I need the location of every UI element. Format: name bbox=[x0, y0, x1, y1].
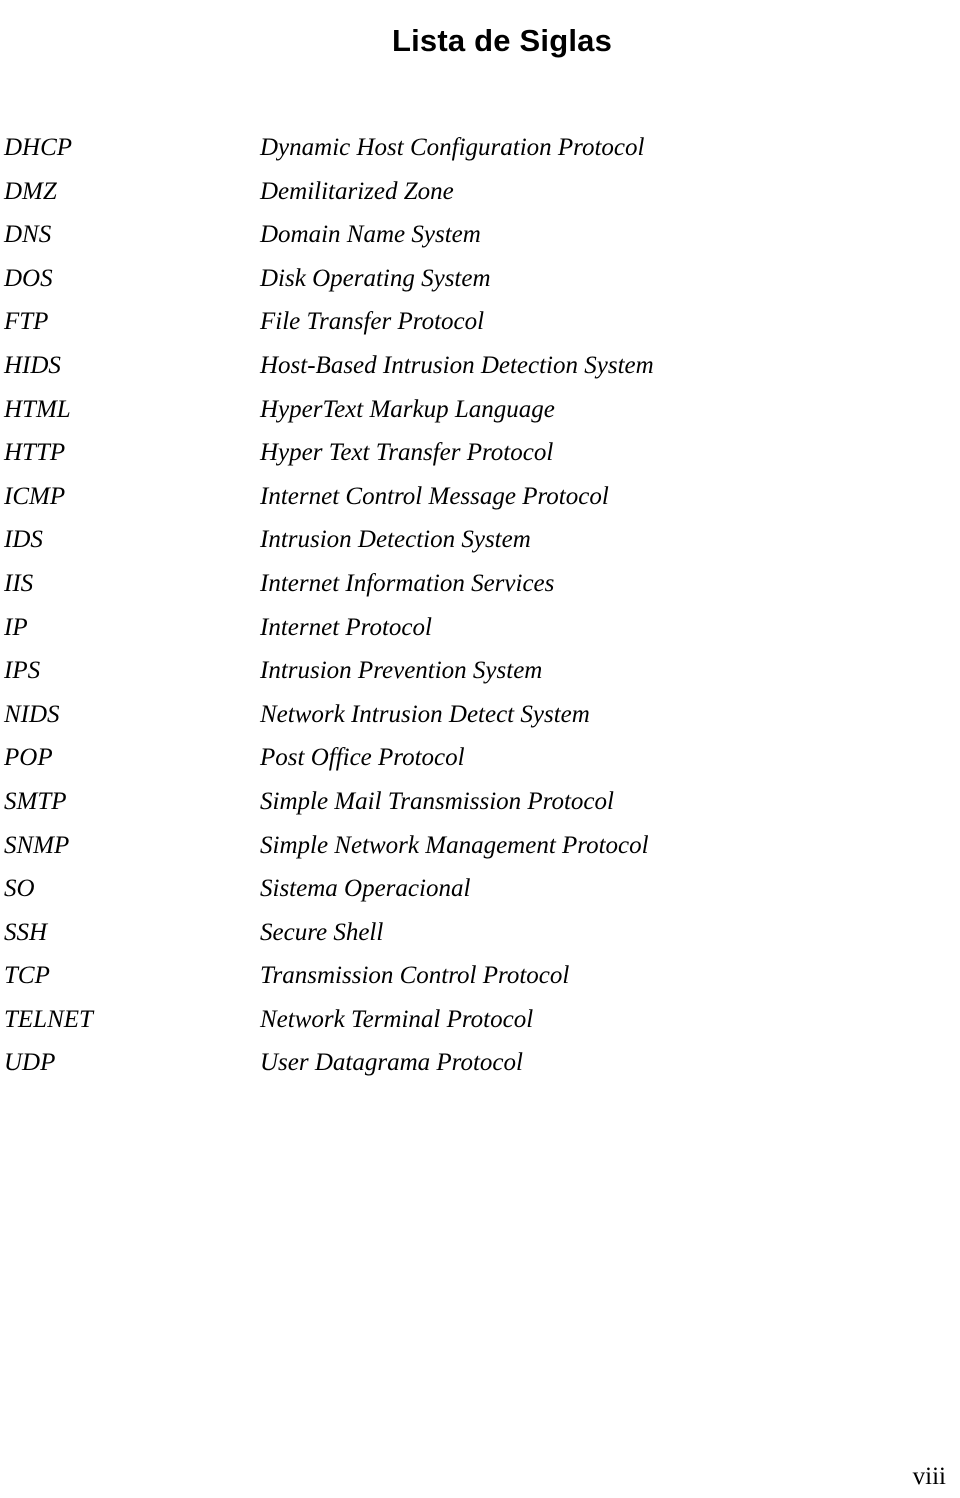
acronym-list: DHCP Dynamic Host Configuration Protocol D… bbox=[0, 126, 960, 1085]
acronym-definition: Simple Network Management Protocol bbox=[260, 831, 649, 859]
acronym-term: SMTP bbox=[4, 787, 67, 815]
acronym-definition: Host-Based Intrusion Detection System bbox=[260, 351, 654, 379]
acronym-definition: Post Office Protocol bbox=[260, 744, 465, 772]
acronym-row: SMTP Simple Mail Transmission Protocol bbox=[0, 780, 960, 824]
acronym-term: DNS bbox=[4, 221, 52, 249]
acronym-term: IIS bbox=[4, 569, 34, 597]
acronym-definition: Simple Mail Transmission Protocol bbox=[260, 787, 614, 815]
document-page: Lista de Siglas DHCP Dynamic Host Configu… bbox=[0, 0, 960, 1498]
acronym-row: HIDS Host-Based Intrusion Detection Syste… bbox=[0, 344, 960, 388]
acronym-row: TCP Transmission Control Protocol bbox=[0, 954, 960, 998]
acronym-term: TELNET bbox=[4, 1005, 93, 1033]
acronym-row: IPS Intrusion Prevention System bbox=[0, 649, 960, 693]
acronym-term: DHCP bbox=[4, 134, 73, 161]
acronym-row: SO Sistema Operacional bbox=[0, 867, 960, 911]
acronym-definition: Internet Control Message Protocol bbox=[260, 482, 609, 510]
acronym-term: NIDS bbox=[4, 700, 60, 728]
acronym-term: ICMP bbox=[4, 482, 66, 510]
acronym-term: IDS bbox=[4, 526, 43, 554]
acronym-definition: Network Terminal Protocol bbox=[260, 1005, 534, 1033]
acronym-row: IDS Intrusion Detection System bbox=[0, 518, 960, 562]
acronym-definition: Dynamic Host Configuration Protocol bbox=[260, 134, 645, 161]
acronym-term: HIDS bbox=[4, 351, 61, 379]
acronym-term: SSH bbox=[4, 918, 48, 946]
acronym-definition: Hyper Text Transfer Protocol bbox=[260, 439, 554, 467]
page-title: Lista de Siglas bbox=[391, 22, 613, 58]
acronym-term: TCP bbox=[4, 962, 50, 990]
acronym-definition: User Datagrama Protocol bbox=[260, 1049, 523, 1077]
page-number: viii bbox=[912, 1463, 946, 1490]
acronym-definition: Secure Shell bbox=[260, 918, 384, 946]
acronym-term: HTML bbox=[4, 395, 71, 423]
acronym-row: TELNET Network Terminal Protocol bbox=[0, 998, 960, 1042]
acronym-row: FTP File Transfer Protocol bbox=[0, 300, 960, 344]
acronym-definition: Sistema Operacional bbox=[260, 875, 471, 903]
acronym-definition: HyperText Markup Language bbox=[260, 395, 555, 423]
acronym-definition: Transmission Control Protocol bbox=[260, 962, 570, 990]
acronym-definition: Network Intrusion Detect System bbox=[260, 700, 590, 728]
acronym-definition: Disk Operating System bbox=[260, 264, 491, 292]
acronym-term: HTTP bbox=[4, 439, 66, 467]
acronym-term: IP bbox=[4, 613, 28, 641]
acronym-row: DNS Domain Name System bbox=[0, 213, 960, 257]
acronym-term: SNMP bbox=[4, 831, 70, 859]
acronym-row: SNMP Simple Network Management Protocol bbox=[0, 824, 960, 868]
acronym-row: NIDS Network Intrusion Detect System bbox=[0, 693, 960, 737]
acronym-definition: Intrusion Prevention System bbox=[260, 657, 543, 685]
acronym-term: POP bbox=[4, 744, 53, 772]
acronym-row: UDP User Datagrama Protocol bbox=[0, 1041, 960, 1085]
acronym-row: DMZ Demilitarized Zone bbox=[0, 170, 960, 214]
acronym-term: IPS bbox=[4, 657, 41, 685]
acronym-term: SO bbox=[4, 875, 35, 903]
acronym-definition: Internet Protocol bbox=[260, 613, 432, 641]
acronym-row: IP Internet Protocol bbox=[0, 606, 960, 650]
acronym-row: HTTP Hyper Text Transfer Protocol bbox=[0, 431, 960, 475]
acronym-definition: File Transfer Protocol bbox=[260, 308, 485, 336]
acronym-term: FTP bbox=[4, 308, 49, 336]
acronym-row: POP Post Office Protocol bbox=[0, 736, 960, 780]
acronym-definition: Demilitarized Zone bbox=[260, 177, 454, 205]
acronym-term: DOS bbox=[4, 264, 53, 292]
acronym-row: HTML HyperText Markup Language bbox=[0, 388, 960, 432]
acronym-term: UDP bbox=[4, 1049, 56, 1077]
acronym-definition: Intrusion Detection System bbox=[260, 526, 531, 554]
acronym-row: SSH Secure Shell bbox=[0, 911, 960, 955]
acronym-definition: Domain Name System bbox=[260, 221, 481, 249]
acronym-row: DOS Disk Operating System bbox=[0, 257, 960, 301]
acronym-term: DMZ bbox=[4, 177, 57, 205]
acronym-row: IIS Internet Information Services bbox=[0, 562, 960, 606]
acronym-definition: Internet Information Services bbox=[260, 569, 555, 597]
acronym-row: ICMP Internet Control Message Protocol bbox=[0, 475, 960, 519]
acronym-row: DHCP Dynamic Host Configuration Protocol bbox=[0, 126, 960, 170]
